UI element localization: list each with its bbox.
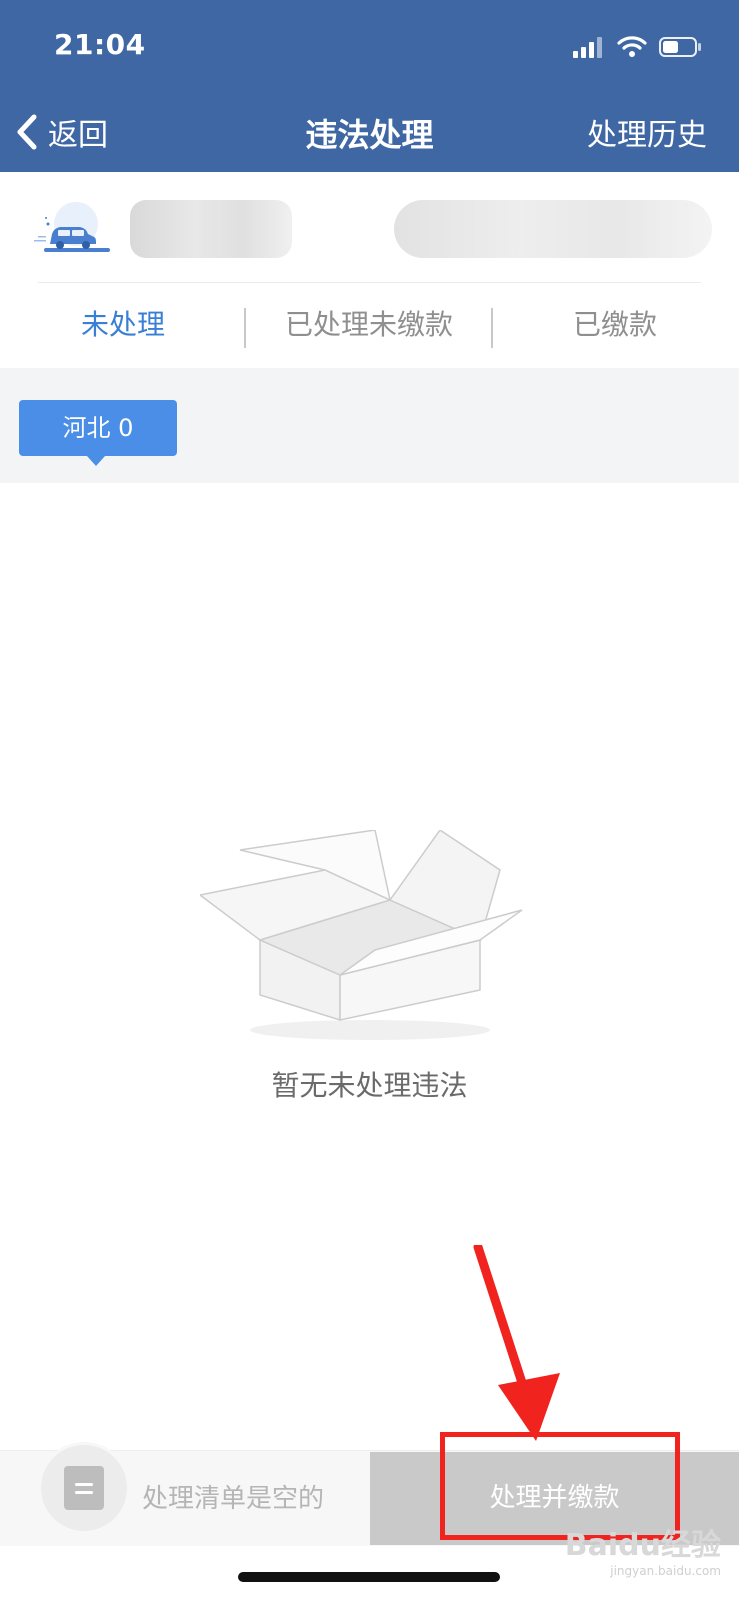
region-chip-hebei[interactable]: 河北 0 — [19, 400, 177, 466]
cart-button[interactable] — [38, 1442, 130, 1534]
status-icons — [573, 34, 703, 60]
redacted-info — [394, 200, 712, 258]
history-button[interactable]: 处理历史 — [587, 110, 707, 154]
watermark: Baidu经验 jingyan.baidu.com — [565, 1520, 721, 1578]
tab-separator — [491, 308, 493, 348]
tab-unprocessed[interactable]: 未处理 — [0, 283, 246, 371]
header: 21:04 返回 违法处理 处理历史 — [0, 0, 739, 172]
tab-paid[interactable]: 已缴款 — [492, 283, 738, 368]
car-icon — [34, 202, 110, 252]
battery-icon — [659, 37, 701, 57]
redacted-plate — [130, 200, 292, 258]
page: 21:04 返回 违法处理 处理历史 未处理 已处理未缴款 已缴款 河北 0 暂… — [0, 0, 739, 1600]
tab-processed-unpaid[interactable]: 已处理未缴款 — [246, 283, 492, 368]
tab-separator — [244, 308, 246, 348]
home-indicator[interactable] — [238, 1572, 500, 1582]
list-icon — [64, 1466, 104, 1510]
empty-box-icon — [200, 830, 523, 1040]
signal-icon — [573, 37, 602, 58]
watermark-text: Baidu经验 — [564, 1528, 721, 1563]
wifi-icon — [617, 36, 647, 57]
status-time: 21:04 — [54, 28, 146, 61]
watermark-subtext: jingyan.baidu.com — [610, 1564, 721, 1578]
tab-bar: 未处理 已处理未缴款 已缴款 — [0, 283, 739, 371]
annotation-arrow-icon — [473, 1245, 560, 1441]
empty-state-message: 暂无未处理违法 — [271, 1069, 468, 1102]
cart-empty-text: 处理清单是空的 — [142, 1484, 325, 1514]
